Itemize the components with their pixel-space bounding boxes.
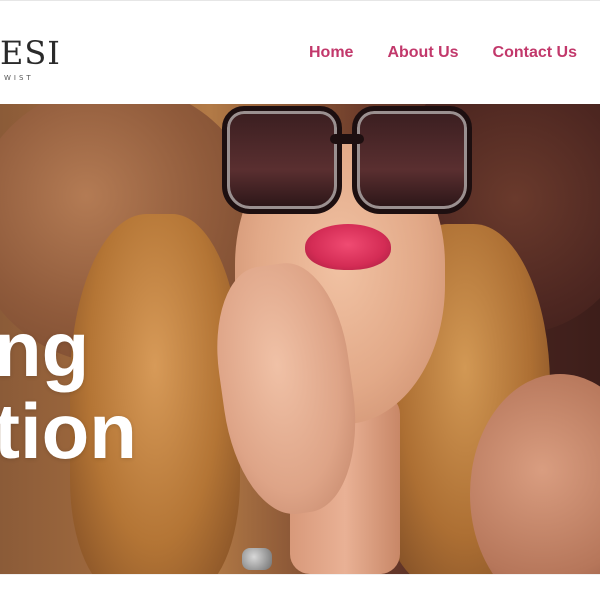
logo[interactable]: ESI WIST (0, 37, 60, 87)
sunglasses (222, 104, 472, 214)
page: ESI WIST Home About Us Contact Us ng tio… (0, 0, 600, 589)
hero-heading-line-1: ng (0, 305, 90, 394)
nav-link-contact-us[interactable]: Contact Us (493, 44, 577, 62)
nav-link-about-us[interactable]: About Us (387, 44, 458, 62)
hero-banner: ng tion (0, 104, 600, 574)
site-header: ESI WIST Home About Us Contact Us (0, 0, 600, 104)
glasses-bridge (330, 134, 364, 144)
right-lens (352, 106, 472, 214)
page-bottom-edge (0, 574, 600, 589)
hero-heading-line-2: tion (0, 387, 137, 476)
logo-tagline: WIST (4, 74, 34, 82)
main-navigation: Home About Us Contact Us (309, 44, 577, 62)
lips (305, 224, 391, 270)
hero-heading: ng tion (0, 308, 137, 472)
logo-wordmark: ESI (0, 34, 61, 72)
bracelet (242, 548, 272, 570)
left-lens (222, 106, 342, 214)
nav-link-home[interactable]: Home (309, 44, 353, 62)
